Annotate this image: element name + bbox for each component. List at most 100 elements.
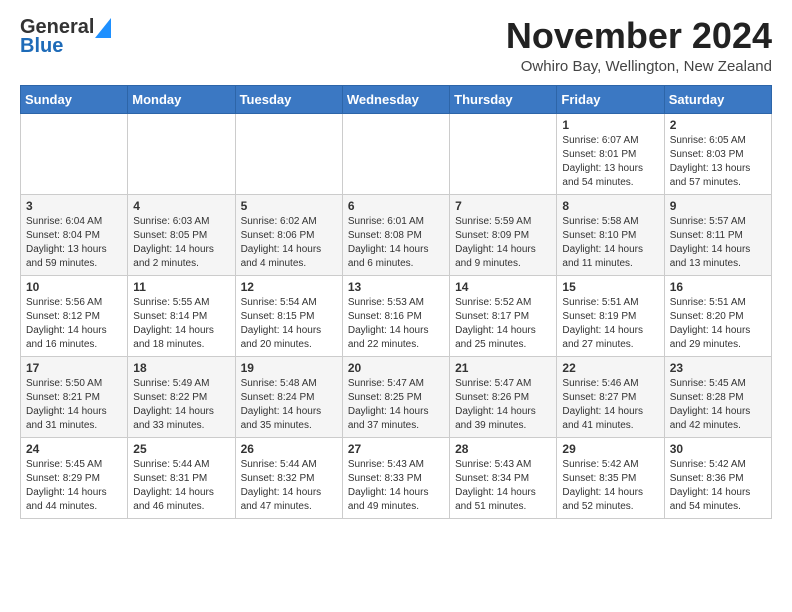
day-cell: 11 Sunrise: 5:55 AM Sunset: 8:14 PM Dayli… [128,275,235,356]
week-row-3: 10 Sunrise: 5:56 AM Sunset: 8:12 PM Dayli… [21,275,772,356]
day-number: 23 [670,361,766,375]
col-header-saturday: Saturday [664,85,771,113]
logo-triangle-icon [95,18,111,38]
day-info: Sunrise: 5:47 AM Sunset: 8:25 PM Dayligh… [348,377,444,433]
day-cell: 28 Sunrise: 5:43 AM Sunset: 8:34 PM Dayli… [450,437,557,518]
day-number: 17 [26,361,122,375]
day-info: Sunrise: 6:03 AM Sunset: 8:05 PM Dayligh… [133,215,229,271]
day-cell: 4Sunrise: 6:03 AM Sunset: 8:05 PM Daylig… [128,194,235,275]
day-cell: 18 Sunrise: 5:49 AM Sunset: 8:22 PM Dayli… [128,356,235,437]
day-number: 16 [670,280,766,294]
day-cell [128,113,235,194]
day-number: 10 [26,280,122,294]
day-number: 15 [562,280,658,294]
day-info: Sunrise: 6:07 AM Sunset: 8:01 PM Dayligh… [562,134,658,190]
day-number: 18 [133,361,229,375]
day-number: 6 [348,199,444,213]
day-info: Sunrise: 6:02 AM Sunset: 8:06 PM Dayligh… [241,215,337,271]
day-info: Sunrise: 5:49 AM Sunset: 8:22 PM Dayligh… [133,377,229,433]
day-cell: 27 Sunrise: 5:43 AM Sunset: 8:33 PM Dayli… [342,437,449,518]
col-header-sunday: Sunday [21,85,128,113]
day-cell: 20 Sunrise: 5:47 AM Sunset: 8:25 PM Dayli… [342,356,449,437]
day-info: Sunrise: 5:51 AM Sunset: 8:19 PM Dayligh… [562,296,658,352]
calendar-table: SundayMondayTuesdayWednesdayThursdayFrid… [20,85,772,519]
day-cell: 24 Sunrise: 5:45 AM Sunset: 8:29 PM Dayli… [21,437,128,518]
day-info: Sunrise: 5:53 AM Sunset: 8:16 PM Dayligh… [348,296,444,352]
day-number: 14 [455,280,551,294]
page-header: General Blue November 2024 Owhiro Bay, W… [20,16,772,75]
day-cell [21,113,128,194]
day-cell: 26Sunrise: 5:44 AM Sunset: 8:32 PM Dayli… [235,437,342,518]
col-header-monday: Monday [128,85,235,113]
calendar-subtitle: Owhiro Bay, Wellington, New Zealand [506,58,772,75]
col-header-friday: Friday [557,85,664,113]
day-cell: 22 Sunrise: 5:46 AM Sunset: 8:27 PM Dayli… [557,356,664,437]
day-info: Sunrise: 5:52 AM Sunset: 8:17 PM Dayligh… [455,296,551,352]
week-row-4: 17 Sunrise: 5:50 AM Sunset: 8:21 PM Dayli… [21,356,772,437]
week-row-5: 24 Sunrise: 5:45 AM Sunset: 8:29 PM Dayli… [21,437,772,518]
day-cell: 15 Sunrise: 5:51 AM Sunset: 8:19 PM Dayli… [557,275,664,356]
calendar-header: SundayMondayTuesdayWednesdayThursdayFrid… [21,85,772,113]
day-cell: 23Sunrise: 5:45 AM Sunset: 8:28 PM Dayli… [664,356,771,437]
logo-blue: Blue [20,35,63,58]
day-cell: 8 Sunrise: 5:58 AM Sunset: 8:10 PM Daylig… [557,194,664,275]
day-cell: 30Sunrise: 5:42 AM Sunset: 8:36 PM Dayli… [664,437,771,518]
day-info: Sunrise: 5:55 AM Sunset: 8:14 PM Dayligh… [133,296,229,352]
day-number: 27 [348,442,444,456]
day-number: 29 [562,442,658,456]
day-cell: 1 Sunrise: 6:07 AM Sunset: 8:01 PM Daylig… [557,113,664,194]
day-number: 24 [26,442,122,456]
header-row: SundayMondayTuesdayWednesdayThursdayFrid… [21,85,772,113]
day-cell: 13 Sunrise: 5:53 AM Sunset: 8:16 PM Dayli… [342,275,449,356]
day-cell: 10 Sunrise: 5:56 AM Sunset: 8:12 PM Dayli… [21,275,128,356]
day-info: Sunrise: 5:44 AM Sunset: 8:32 PM Dayligh… [241,458,337,514]
title-block: November 2024 Owhiro Bay, Wellington, Ne… [506,16,772,75]
day-info: Sunrise: 5:50 AM Sunset: 8:21 PM Dayligh… [26,377,122,433]
day-cell: 5 Sunrise: 6:02 AM Sunset: 8:06 PM Daylig… [235,194,342,275]
day-number: 11 [133,280,229,294]
day-cell: 17 Sunrise: 5:50 AM Sunset: 8:21 PM Dayli… [21,356,128,437]
day-info: Sunrise: 5:56 AM Sunset: 8:12 PM Dayligh… [26,296,122,352]
day-info: Sunrise: 5:44 AM Sunset: 8:31 PM Dayligh… [133,458,229,514]
day-cell: 19Sunrise: 5:48 AM Sunset: 8:24 PM Dayli… [235,356,342,437]
day-cell [450,113,557,194]
day-info: Sunrise: 5:42 AM Sunset: 8:35 PM Dayligh… [562,458,658,514]
day-info: Sunrise: 5:42 AM Sunset: 8:36 PM Dayligh… [670,458,766,514]
day-info: Sunrise: 5:46 AM Sunset: 8:27 PM Dayligh… [562,377,658,433]
week-row-1: 1 Sunrise: 6:07 AM Sunset: 8:01 PM Daylig… [21,113,772,194]
day-cell [342,113,449,194]
col-header-wednesday: Wednesday [342,85,449,113]
col-header-tuesday: Tuesday [235,85,342,113]
day-number: 13 [348,280,444,294]
day-cell: 3Sunrise: 6:04 AM Sunset: 8:04 PM Daylig… [21,194,128,275]
day-info: Sunrise: 5:57 AM Sunset: 8:11 PM Dayligh… [670,215,766,271]
day-info: Sunrise: 6:01 AM Sunset: 8:08 PM Dayligh… [348,215,444,271]
day-cell: 7Sunrise: 5:59 AM Sunset: 8:09 PM Daylig… [450,194,557,275]
day-cell: 21Sunrise: 5:47 AM Sunset: 8:26 PM Dayli… [450,356,557,437]
day-number: 19 [241,361,337,375]
day-info: Sunrise: 5:58 AM Sunset: 8:10 PM Dayligh… [562,215,658,271]
day-number: 9 [670,199,766,213]
day-info: Sunrise: 5:54 AM Sunset: 8:15 PM Dayligh… [241,296,337,352]
calendar-title: November 2024 [506,16,772,56]
day-cell: 14 Sunrise: 5:52 AM Sunset: 8:17 PM Dayli… [450,275,557,356]
day-info: Sunrise: 5:43 AM Sunset: 8:34 PM Dayligh… [455,458,551,514]
day-number: 8 [562,199,658,213]
day-number: 2 [670,118,766,132]
day-cell: 2Sunrise: 6:05 AM Sunset: 8:03 PM Daylig… [664,113,771,194]
logo: General Blue [20,16,112,58]
day-number: 1 [562,118,658,132]
day-cell: 9 Sunrise: 5:57 AM Sunset: 8:11 PM Daylig… [664,194,771,275]
day-cell: 16Sunrise: 5:51 AM Sunset: 8:20 PM Dayli… [664,275,771,356]
day-number: 28 [455,442,551,456]
day-info: Sunrise: 5:45 AM Sunset: 8:29 PM Dayligh… [26,458,122,514]
day-cell: 29 Sunrise: 5:42 AM Sunset: 8:35 PM Dayli… [557,437,664,518]
day-cell [235,113,342,194]
week-row-2: 3Sunrise: 6:04 AM Sunset: 8:04 PM Daylig… [21,194,772,275]
day-number: 20 [348,361,444,375]
day-number: 22 [562,361,658,375]
day-info: Sunrise: 5:43 AM Sunset: 8:33 PM Dayligh… [348,458,444,514]
day-info: Sunrise: 5:59 AM Sunset: 8:09 PM Dayligh… [455,215,551,271]
day-number: 5 [241,199,337,213]
day-number: 25 [133,442,229,456]
